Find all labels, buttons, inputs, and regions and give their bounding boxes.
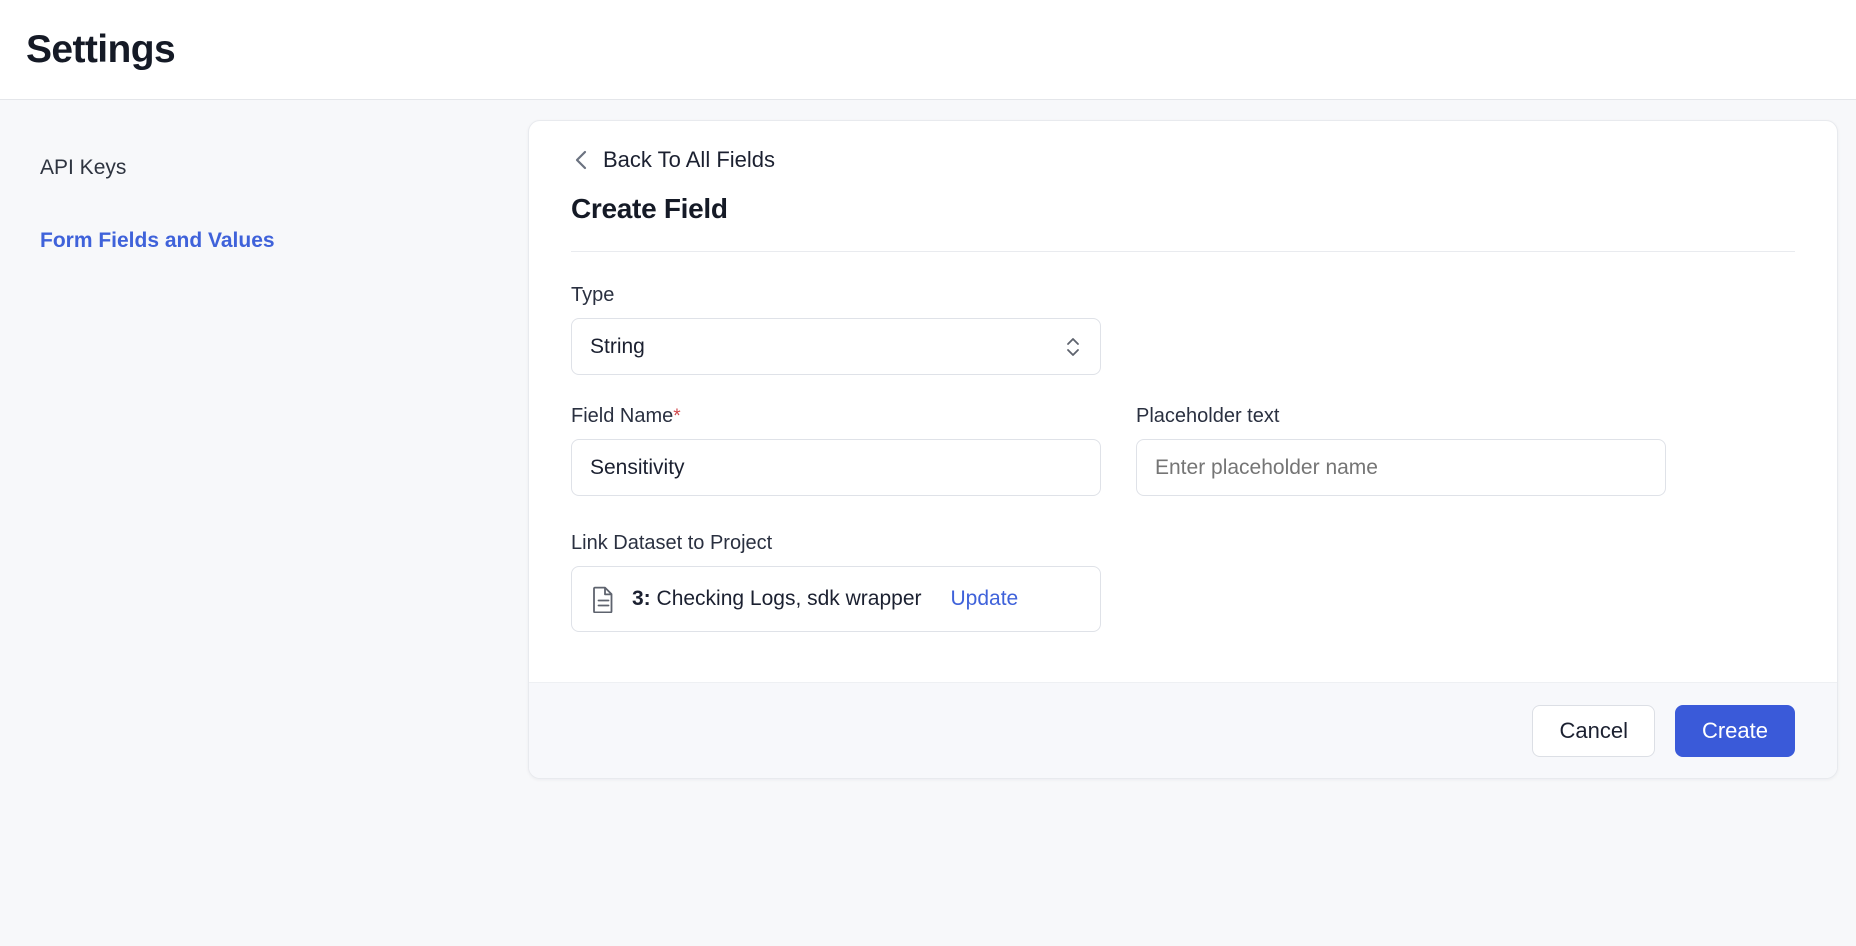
- settings-sidebar: API Keys Form Fields and Values: [0, 100, 528, 301]
- header-divider: [571, 251, 1795, 252]
- app-header: Settings: [0, 0, 1856, 100]
- back-to-all-fields-label: Back To All Fields: [603, 149, 775, 171]
- create-button[interactable]: Create: [1675, 705, 1795, 757]
- sidebar-item-form-fields-and-values[interactable]: Form Fields and Values: [40, 228, 275, 253]
- placeholder-text-input[interactable]: [1136, 439, 1666, 496]
- field-name-group: Field Name*: [571, 405, 1101, 496]
- linked-dataset-name: Checking Logs, sdk wrapper: [657, 587, 922, 610]
- type-select-value: String: [590, 335, 645, 359]
- required-asterisk: *: [673, 406, 680, 427]
- cancel-button[interactable]: Cancel: [1532, 705, 1654, 757]
- link-dataset-group: Link Dataset to Project 3: Checking Logs…: [571, 532, 1795, 632]
- back-to-all-fields-link[interactable]: Back To All Fields: [571, 149, 775, 171]
- chevron-left-icon: [571, 149, 591, 171]
- document-icon: [592, 586, 615, 613]
- linked-dataset-text: 3: Checking Logs, sdk wrapper: [632, 587, 922, 611]
- type-label: Type: [571, 284, 1101, 307]
- create-field-card: Back To All Fields Create Field Type Str…: [528, 120, 1838, 779]
- page-title: Settings: [26, 30, 175, 69]
- field-name-label: Field Name*: [571, 405, 1101, 428]
- field-name-input[interactable]: [571, 439, 1101, 496]
- link-dataset-label: Link Dataset to Project: [571, 532, 1795, 555]
- page-body: API Keys Form Fields and Values Back To …: [0, 100, 1856, 946]
- create-field-card-body: Back To All Fields Create Field Type Str…: [529, 121, 1837, 632]
- linked-dataset-number: 3:: [632, 587, 651, 610]
- card-title: Create Field: [571, 193, 1795, 225]
- type-field-group: Type String: [571, 284, 1101, 375]
- field-name-label-text: Field Name: [571, 405, 673, 427]
- sidebar-item-api-keys[interactable]: API Keys: [40, 155, 126, 180]
- placeholder-text-label: Placeholder text: [1136, 405, 1666, 428]
- placeholder-text-group: Placeholder text: [1136, 405, 1666, 496]
- update-dataset-link[interactable]: Update: [951, 587, 1019, 611]
- chevron-up-down-icon: [1064, 332, 1082, 362]
- card-footer: Cancel Create: [529, 682, 1837, 778]
- type-select[interactable]: String: [571, 318, 1101, 375]
- linked-dataset-row[interactable]: 3: Checking Logs, sdk wrapper Update: [571, 566, 1101, 632]
- name-and-placeholder-row: Field Name* Placeholder text: [571, 405, 1795, 496]
